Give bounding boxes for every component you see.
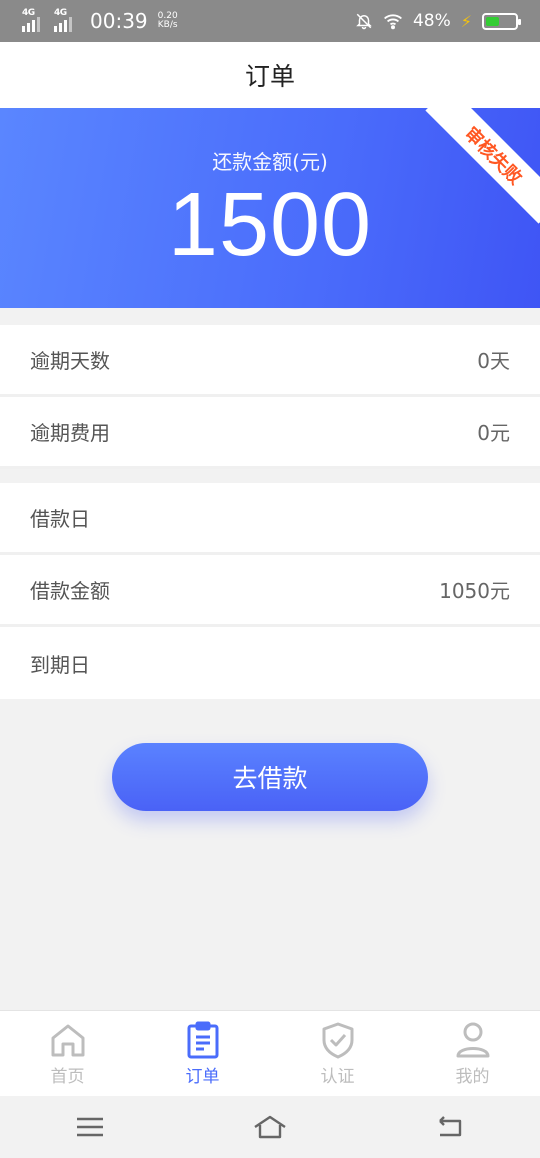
back-icon[interactable]	[432, 1113, 468, 1141]
tab-verify[interactable]: 认证	[270, 1011, 405, 1096]
network-type-1: 4G	[22, 8, 35, 18]
borrow-button[interactable]: 去借款	[112, 743, 428, 811]
row-label: 借款日	[30, 507, 90, 531]
group-divider	[0, 469, 540, 483]
battery-icon	[482, 12, 521, 30]
row-label: 逾期天数	[30, 349, 110, 373]
tab-profile[interactable]: 我的	[405, 1011, 540, 1096]
status-right: 48% ⚡	[355, 11, 521, 31]
order-icon	[187, 1021, 218, 1059]
row-value: 0元	[477, 421, 510, 445]
due-date-row: 到期日	[0, 627, 540, 699]
repayment-label: 还款金额(元)	[212, 150, 328, 174]
menu-icon[interactable]	[72, 1113, 108, 1141]
tab-label: 首页	[50, 1067, 85, 1087]
charging-icon: ⚡	[460, 11, 472, 31]
home-icon	[51, 1024, 84, 1057]
tab-label: 认证	[320, 1067, 355, 1087]
signal-icon: 4G	[22, 8, 48, 32]
tab-label: 我的	[455, 1067, 490, 1087]
bottom-nav: 首页 订单 认证 我的	[0, 1010, 540, 1096]
battery-percent: 48%	[412, 11, 451, 31]
repayment-card: 还款金额(元) 1500 审核失败	[0, 108, 540, 308]
status-bar: 4G 4G 00:39 0.20 KB/s 48% ⚡	[0, 0, 540, 42]
tab-orders[interactable]: 订单	[135, 1011, 270, 1096]
loan-date-row: 借款日	[0, 483, 540, 555]
overdue-fee-row: 逾期费用 0元	[0, 397, 540, 469]
row-label: 逾期费用	[30, 421, 110, 445]
row-label: 到期日	[30, 652, 90, 677]
home-outline-icon[interactable]	[252, 1113, 288, 1141]
page-header: 订单	[0, 42, 540, 108]
overdue-days-row: 逾期天数 0天	[0, 325, 540, 397]
signal-icon: 4G	[54, 8, 80, 32]
order-details: 逾期天数 0天 逾期费用 0元 借款日 借款金额 1050元 到期日	[0, 325, 540, 699]
row-label: 借款金额	[30, 579, 110, 603]
status-time: 00:39	[90, 9, 148, 33]
network-speed: 0.20 KB/s	[158, 12, 178, 30]
tab-label: 订单	[185, 1067, 220, 1087]
status-left: 4G 4G 00:39 0.20 KB/s	[22, 8, 178, 33]
row-value: 0天	[477, 349, 510, 373]
repayment-amount: 1500	[167, 175, 373, 275]
user-icon	[456, 1022, 489, 1058]
mute-bell-icon	[356, 13, 372, 30]
tab-home[interactable]: 首页	[0, 1011, 135, 1096]
speed-unit: KB/s	[157, 20, 178, 30]
network-type-2: 4G	[54, 8, 67, 18]
shield-check-icon	[322, 1022, 353, 1059]
battery-fill	[486, 16, 500, 26]
wifi-icon	[384, 14, 402, 30]
loan-amount-row: 借款金额 1050元	[0, 555, 540, 627]
page-title: 订单	[244, 62, 295, 91]
row-value: 1050元	[439, 579, 510, 603]
system-nav	[0, 1096, 540, 1158]
